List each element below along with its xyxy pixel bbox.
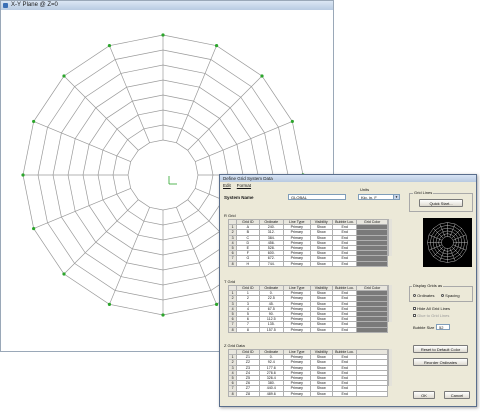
grid-spoke	[195, 121, 293, 162]
ordinates-label: Ordinates	[417, 293, 435, 298]
grid-spoke	[109, 45, 150, 143]
grid-bubble[interactable]	[62, 272, 66, 276]
table-cell[interactable]: Show	[309, 326, 333, 333]
system-name-label: System Name	[224, 195, 254, 200]
r-grid-table[interactable]: Grid ID Ordinate Line Type Visibility Bu…	[227, 218, 388, 267]
grid-ring	[127, 139, 199, 211]
grid-spoke	[176, 207, 217, 305]
t-grid-table[interactable]: Grid ID Ordinate Line Type Visibility Bu…	[227, 284, 388, 333]
table-cell[interactable]: Show	[309, 260, 333, 267]
dialog-title-bar[interactable]: Define Grid System Data	[220, 175, 476, 182]
table-row[interactable]: 8 Z8 489.6 Primary Show End	[227, 390, 388, 397]
table-cell[interactable]: Primary	[283, 390, 311, 397]
grid-bubble[interactable]	[32, 119, 36, 124]
table-row[interactable]: 8 H 744. Primary Show End	[227, 260, 388, 267]
r-grid-label: R Grid	[224, 213, 236, 218]
quick-start-button[interactable]: Quick Start...	[419, 199, 463, 207]
grid-bubble[interactable]	[62, 74, 66, 78]
grid-bubble[interactable]	[107, 302, 112, 306]
table-cell[interactable]: 744.	[258, 260, 285, 267]
grid-bubble[interactable]	[214, 44, 219, 48]
spacing-option[interactable]: Spacing	[441, 293, 460, 298]
table-cell[interactable]: Primary	[283, 326, 311, 333]
system-name-input[interactable]: GLOBAL	[288, 194, 346, 200]
glue-grid-label: Glue to Grid Lines	[417, 313, 450, 318]
table-cell[interactable]: Primary	[283, 260, 311, 267]
grid-color-swatch[interactable]	[356, 260, 388, 267]
menu-format[interactable]: Format	[237, 182, 251, 189]
view-title-bar[interactable]: X-Y Plane @ Z=0	[1, 1, 333, 10]
view-title-text: X-Y Plane @ Z=0	[11, 2, 58, 8]
z-grid-scrollbar[interactable]	[388, 349, 392, 386]
hide-grid-checkbox[interactable]	[413, 307, 416, 311]
grid-bubble[interactable]	[21, 173, 25, 177]
grid-lines-label: Grid Lines	[413, 190, 434, 195]
ordinates-radio[interactable]	[413, 294, 416, 298]
table-cell[interactable]: Show	[309, 390, 333, 397]
row-number: 8	[227, 260, 238, 267]
grid-bubble[interactable]	[161, 313, 165, 317]
grid-preview	[423, 218, 472, 267]
table-cell[interactable]: End	[331, 260, 358, 267]
table-cell[interactable]	[356, 390, 388, 397]
reset-color-button[interactable]: Reset to Default Color	[413, 345, 468, 353]
column-header[interactable]: Bubble Loc.	[331, 284, 358, 292]
units-value: Kip, in, F	[361, 195, 377, 200]
ok-button[interactable]: OK	[413, 391, 435, 399]
table-cell[interactable]: H	[236, 260, 260, 267]
grid-spoke	[33, 188, 131, 229]
grid-bubble[interactable]	[32, 226, 36, 231]
spacing-radio[interactable]	[441, 294, 444, 298]
grid-bubble[interactable]	[161, 33, 165, 37]
grid-spoke	[176, 45, 217, 143]
grid-spoke	[33, 121, 131, 162]
glue-grid-checkbox[interactable]	[413, 314, 416, 318]
ordinates-option[interactable]: Ordinates	[413, 293, 434, 298]
grid-bubble[interactable]	[290, 119, 294, 124]
column-header[interactable]: Bubble Loc.	[331, 218, 358, 226]
grid-spoke	[109, 207, 150, 305]
units-select[interactable]: Kip, in, F ▼	[358, 194, 400, 200]
units-label: Units	[360, 187, 370, 192]
glue-grid-option[interactable]: Glue to Grid Lines	[413, 313, 449, 318]
t-grid-label: T Grid	[224, 279, 236, 284]
z-grid-label: Z Grid Data	[224, 343, 245, 348]
menu-edit[interactable]: Edit	[223, 182, 231, 189]
grid-bubble[interactable]	[260, 74, 264, 78]
chevron-down-icon: ▼	[393, 195, 399, 199]
dialog-menu-bar: Edit Format	[220, 182, 476, 189]
grid-bubble[interactable]	[107, 44, 112, 48]
column-header[interactable]: Bubble Loc.	[331, 348, 358, 356]
hide-grid-label: Hide All Grid Lines	[417, 306, 451, 311]
row-number: 8	[227, 326, 238, 333]
grid-color-swatch[interactable]	[356, 326, 388, 333]
grid-preview-drawing	[427, 222, 468, 263]
display-grids-label: Display Grids as	[412, 283, 444, 288]
reorder-ordinates-button[interactable]: Reorder Ordinates	[413, 358, 468, 366]
hide-grid-option[interactable]: Hide All Grid Lines	[413, 306, 450, 311]
table-cell[interactable]: End	[331, 390, 358, 397]
row-number: 8	[227, 390, 238, 397]
z-grid-table[interactable]: Grid ID Ordinate Line Type Visibility Bu…	[227, 348, 388, 397]
table-cell[interactable]: 157.5	[258, 326, 285, 333]
table-cell[interactable]: Z8	[236, 390, 260, 397]
table-row[interactable]: 8 8 157.5 Primary Show End	[227, 326, 388, 333]
t-grid-scrollbar[interactable]	[388, 285, 392, 322]
view-window-icon	[3, 3, 8, 8]
bubble-size-input[interactable]: 52	[436, 324, 450, 330]
table-cell[interactable]: 8	[236, 326, 260, 333]
define-grid-dialog: Define Grid System Data Edit Format Syst…	[219, 174, 477, 407]
table-cell[interactable]: End	[331, 326, 358, 333]
grid-bubble[interactable]	[214, 302, 219, 306]
cancel-button[interactable]: Cancel	[444, 391, 470, 399]
spacing-label: Spacing	[445, 293, 460, 298]
r-grid-scrollbar[interactable]	[388, 219, 392, 256]
table-cell[interactable]: 489.6	[258, 390, 285, 397]
bubble-size-label: Bubble Size	[413, 325, 435, 330]
